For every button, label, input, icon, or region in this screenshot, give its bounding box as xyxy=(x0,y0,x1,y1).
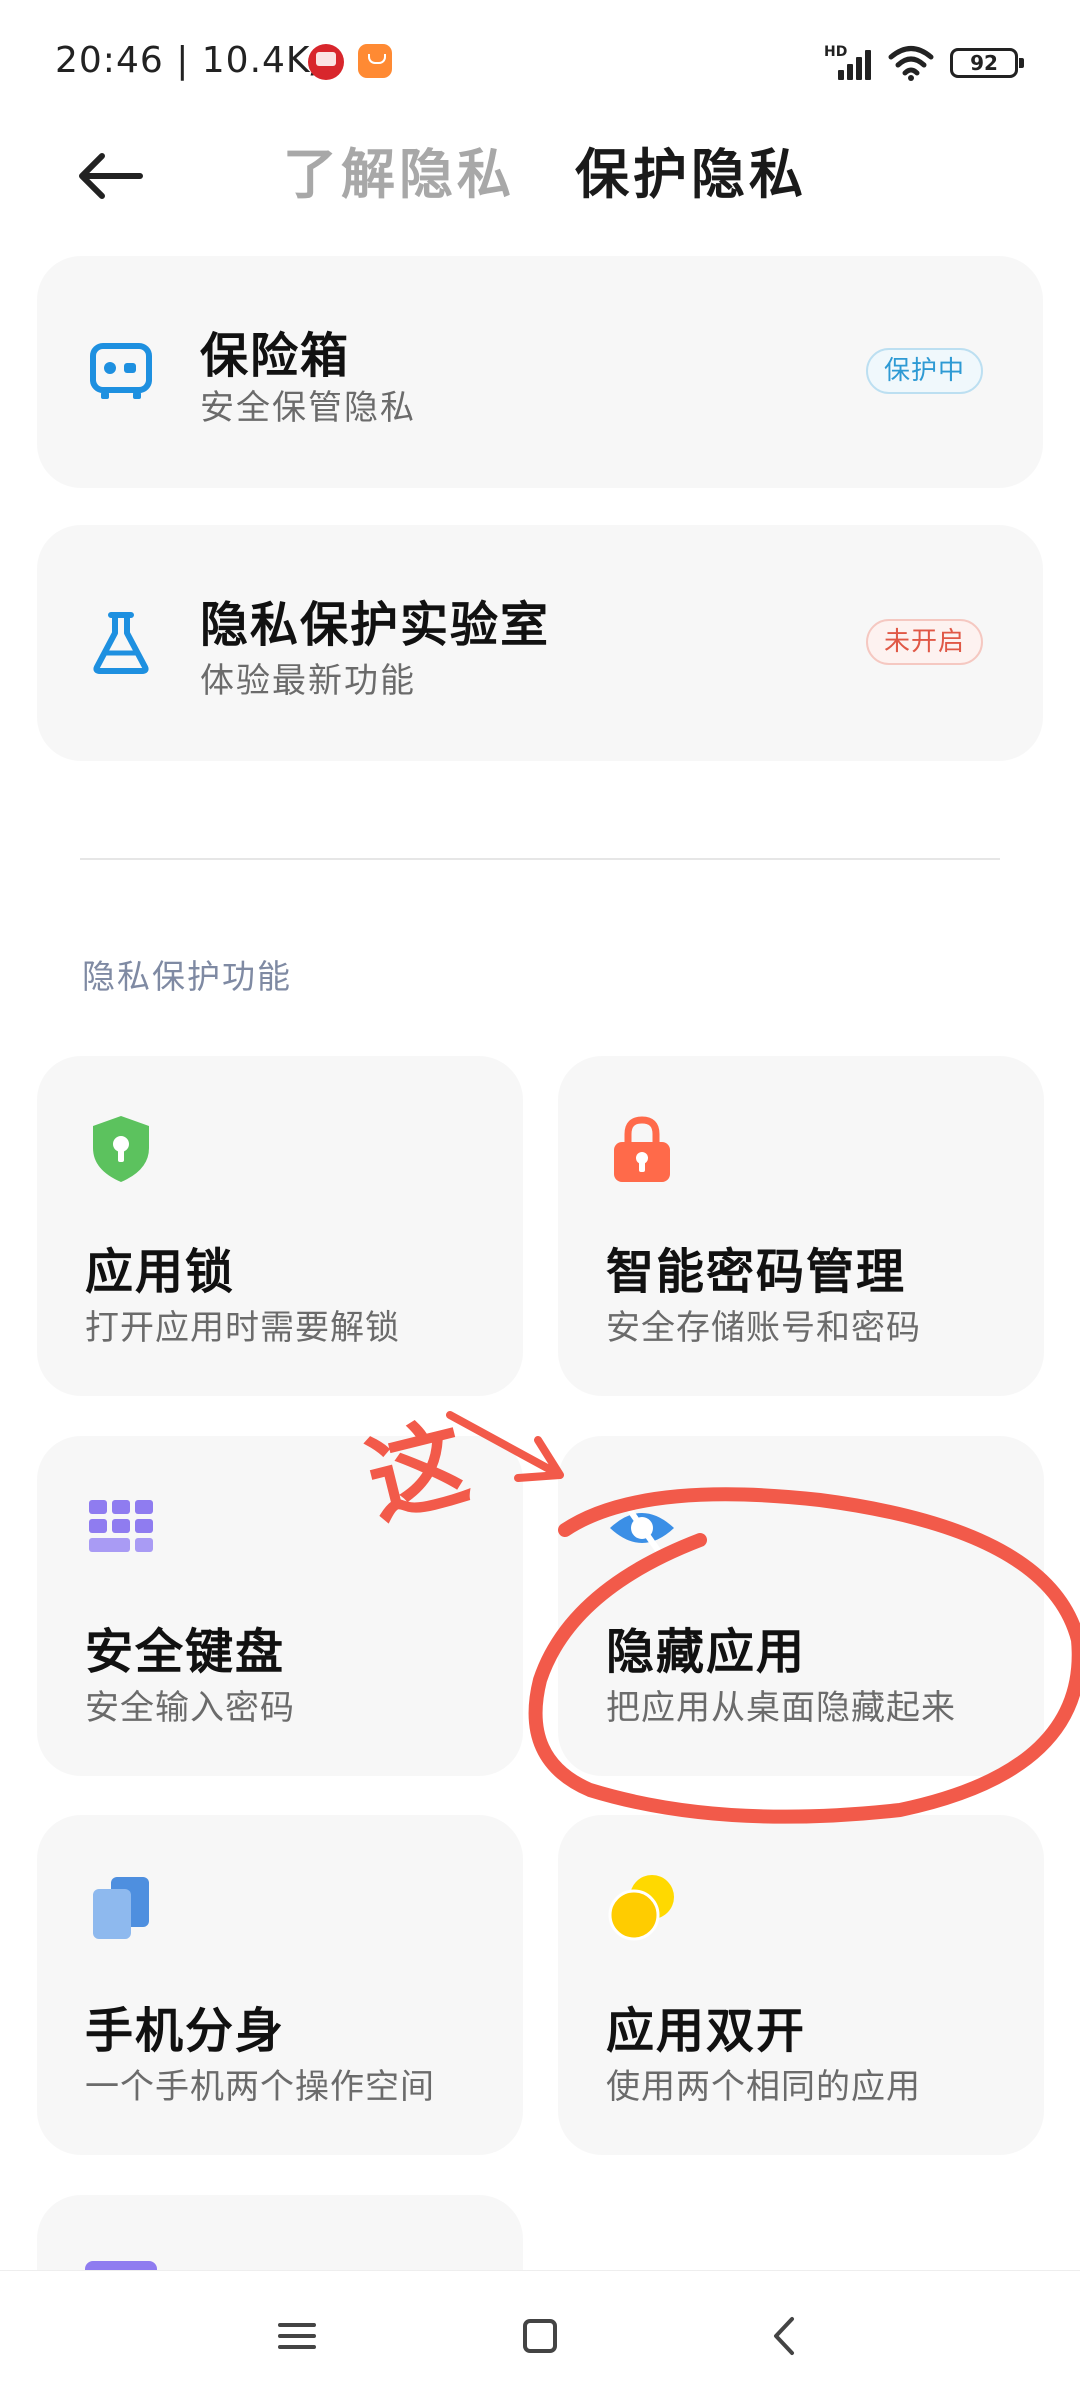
divider xyxy=(80,858,1000,860)
tab-learn-privacy[interactable]: 了解隐私 xyxy=(283,130,515,209)
back-icon[interactable] xyxy=(750,2301,820,2371)
menu-icon[interactable] xyxy=(262,2301,332,2371)
navigation-bar xyxy=(0,2270,1080,2399)
status-badge: 未开启 xyxy=(865,619,983,665)
feature-title: 应用锁 xyxy=(85,1244,236,1300)
hide-apps-card[interactable]: 隐藏应用 把应用从桌面隐藏起来 xyxy=(558,1436,1044,1776)
lab-title: 隐私保护实验室 xyxy=(200,597,551,653)
feature-subtitle: 把应用从桌面隐藏起来 xyxy=(606,1688,956,1728)
wifi-icon xyxy=(888,46,934,81)
status-time: 20:46 | 10.4K/s xyxy=(55,40,344,81)
feature-title: 安全键盘 xyxy=(85,1624,286,1680)
feature-subtitle: 使用两个相同的应用 xyxy=(606,2067,921,2107)
shopping-app-icon xyxy=(358,44,392,78)
feature-subtitle: 安全输入密码 xyxy=(85,1688,295,1728)
app-lock-card[interactable]: 应用锁 打开应用时需要解锁 xyxy=(37,1056,523,1396)
tab-protect-privacy[interactable]: 保护隐私 xyxy=(575,130,807,209)
back-arrow-icon[interactable] xyxy=(70,140,150,220)
vault-card[interactable]: 保险箱 安全保管隐私 保护中 xyxy=(37,256,1043,488)
vault-title: 保险箱 xyxy=(200,328,351,384)
padlock-icon xyxy=(614,1116,670,1182)
signal-icon xyxy=(834,46,876,80)
second-space-card[interactable]: 手机分身 一个手机两个操作空间 xyxy=(37,1815,523,2155)
status-bar: 20:46 | 10.4K/s HD 92 xyxy=(0,0,1080,120)
eye-hidden-icon xyxy=(610,1499,674,1559)
feature-title: 应用双开 xyxy=(606,2003,807,2059)
flask-icon xyxy=(93,612,149,674)
keyboard-grid-icon xyxy=(89,1500,153,1552)
dual-apps-card[interactable]: 应用双开 使用两个相同的应用 xyxy=(558,1815,1044,2155)
secure-keyboard-card[interactable]: 安全键盘 安全输入密码 xyxy=(37,1436,523,1776)
vault-subtitle: 安全保管隐私 xyxy=(200,388,416,428)
dual-phone-icon xyxy=(93,1877,149,1939)
feature-title: 隐藏应用 xyxy=(606,1624,807,1680)
feature-title: 手机分身 xyxy=(85,2003,286,2059)
section-label: 隐私保护功能 xyxy=(82,957,292,996)
privacy-lab-card[interactable]: 隐私保护实验室 体验最新功能 未开启 xyxy=(37,525,1043,761)
shield-lock-icon xyxy=(93,1116,149,1182)
dual-circle-icon xyxy=(608,1875,674,1941)
home-icon[interactable] xyxy=(505,2301,575,2371)
status-badge: 保护中 xyxy=(865,348,983,394)
lab-subtitle: 体验最新功能 xyxy=(200,661,416,701)
feature-title: 智能密码管理 xyxy=(606,1244,907,1300)
notification-app-icon xyxy=(308,44,344,80)
feature-subtitle: 安全存储账号和密码 xyxy=(606,1308,921,1348)
password-manager-card[interactable]: 智能密码管理 安全存储账号和密码 xyxy=(558,1056,1044,1396)
safe-icon xyxy=(90,343,152,399)
battery-icon: 92 xyxy=(950,48,1024,78)
feature-subtitle: 打开应用时需要解锁 xyxy=(85,1308,400,1348)
feature-subtitle: 一个手机两个操作空间 xyxy=(85,2067,435,2107)
